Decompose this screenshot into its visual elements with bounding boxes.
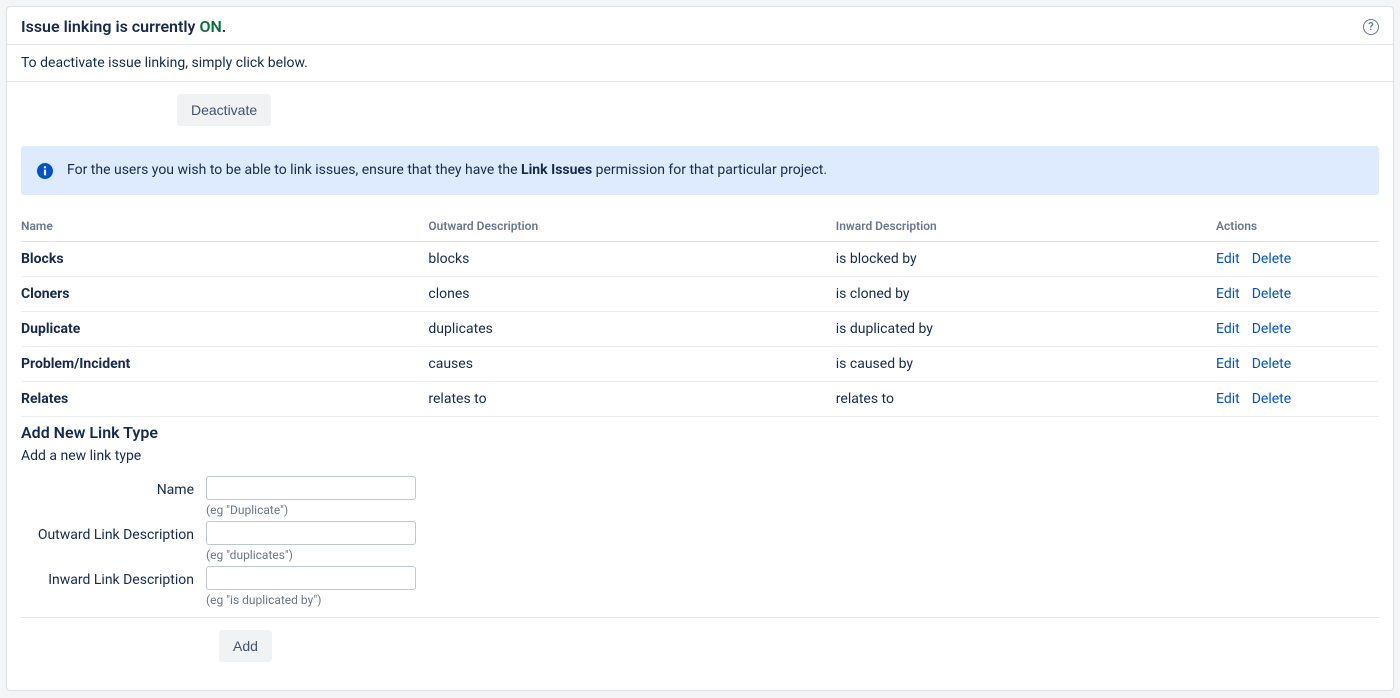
- cell-outward: causes: [428, 347, 835, 382]
- name-input[interactable]: [206, 476, 416, 500]
- hint-inward: (eg "is duplicated by"): [206, 593, 416, 607]
- cell-inward: is blocked by: [836, 242, 1216, 277]
- banner-before: For the users you wish to be able to lin…: [67, 162, 521, 178]
- title-prefix: Issue linking is currently: [21, 17, 199, 36]
- add-link-type-title: Add New Link Type: [21, 423, 1379, 442]
- cell-name: Cloners: [21, 277, 428, 312]
- delete-link[interactable]: Delete: [1252, 321, 1291, 337]
- cell-actions: Edit Delete: [1216, 347, 1379, 382]
- cell-actions: Edit Delete: [1216, 312, 1379, 347]
- table-header-row: Name Outward Description Inward Descript…: [21, 211, 1379, 242]
- linking-status: ON: [199, 17, 221, 36]
- hint-outward: (eg "duplicates"): [206, 548, 416, 562]
- cell-actions: Edit Delete: [1216, 277, 1379, 312]
- delete-link[interactable]: Delete: [1252, 391, 1291, 407]
- add-button[interactable]: Add: [219, 630, 272, 662]
- permission-banner: For the users you wish to be able to lin…: [21, 146, 1379, 195]
- cell-inward: is duplicated by: [836, 312, 1216, 347]
- cell-inward: relates to: [836, 382, 1216, 417]
- table-row: Duplicateduplicatesis duplicated byEdit D…: [21, 312, 1379, 347]
- delete-link[interactable]: Delete: [1252, 286, 1291, 302]
- help-icon[interactable]: ?: [1363, 19, 1379, 35]
- form-row-inward: Inward Link Description (eg "is duplicat…: [21, 566, 1379, 607]
- th-actions: Actions: [1216, 211, 1379, 242]
- cell-outward: clones: [428, 277, 835, 312]
- th-name: Name: [21, 211, 428, 242]
- banner-permission: Link Issues: [521, 162, 592, 178]
- cell-actions: Edit Delete: [1216, 242, 1379, 277]
- hint-name: (eg "Duplicate"): [206, 503, 416, 517]
- table-row: Blocksblocksis blocked byEdit Delete: [21, 242, 1379, 277]
- cell-outward: blocks: [428, 242, 835, 277]
- delete-link[interactable]: Delete: [1252, 251, 1291, 267]
- delete-link[interactable]: Delete: [1252, 356, 1291, 372]
- edit-link[interactable]: Edit: [1216, 356, 1240, 372]
- edit-link[interactable]: Edit: [1216, 251, 1240, 267]
- inward-input[interactable]: [206, 566, 416, 590]
- edit-link[interactable]: Edit: [1216, 286, 1240, 302]
- form-row-outward: Outward Link Description (eg "duplicates…: [21, 521, 1379, 562]
- table-row: Relatesrelates torelates toEditDelete: [21, 382, 1379, 417]
- page-title: Issue linking is currently ON.: [21, 17, 226, 36]
- cell-outward: relates to: [428, 382, 835, 417]
- table-row: Clonersclonesis cloned byEdit Delete: [21, 277, 1379, 312]
- cell-inward: is cloned by: [836, 277, 1216, 312]
- cell-outward: duplicates: [428, 312, 835, 347]
- cell-inward: is caused by: [836, 347, 1216, 382]
- cell-name: Relates: [21, 382, 428, 417]
- banner-after: permission for that particular project.: [592, 162, 827, 178]
- add-button-row: Add: [21, 617, 1379, 662]
- outward-input[interactable]: [206, 521, 416, 545]
- edit-link[interactable]: Edit: [1216, 391, 1240, 407]
- issue-linking-panel: Issue linking is currently ON. ? To deac…: [6, 6, 1394, 691]
- table-row: Problem/Incidentcausesis caused byEdit De…: [21, 347, 1379, 382]
- info-icon: [37, 163, 53, 179]
- label-name: Name: [21, 476, 206, 498]
- cell-name: Duplicate: [21, 312, 428, 347]
- link-types-table: Name Outward Description Inward Descript…: [21, 211, 1379, 417]
- form-row-name: Name (eg "Duplicate"): [21, 476, 1379, 517]
- label-inward: Inward Link Description: [21, 566, 206, 588]
- deactivate-button[interactable]: Deactivate: [177, 94, 271, 126]
- deactivate-row: Deactivate: [7, 82, 1393, 146]
- cell-name: Blocks: [21, 242, 428, 277]
- th-inward: Inward Description: [836, 211, 1216, 242]
- title-suffix: .: [222, 17, 227, 36]
- add-link-type-subtitle: Add a new link type: [21, 448, 1379, 464]
- panel-header: Issue linking is currently ON. ?: [7, 7, 1393, 45]
- edit-link[interactable]: Edit: [1216, 321, 1240, 337]
- label-outward: Outward Link Description: [21, 521, 206, 543]
- deactivate-hint: To deactivate issue linking, simply clic…: [7, 45, 1393, 82]
- banner-text: For the users you wish to be able to lin…: [67, 162, 827, 178]
- cell-name: Problem/Incident: [21, 347, 428, 382]
- cell-actions: Edit Delete: [1216, 382, 1379, 417]
- th-outward: Outward Description: [428, 211, 835, 242]
